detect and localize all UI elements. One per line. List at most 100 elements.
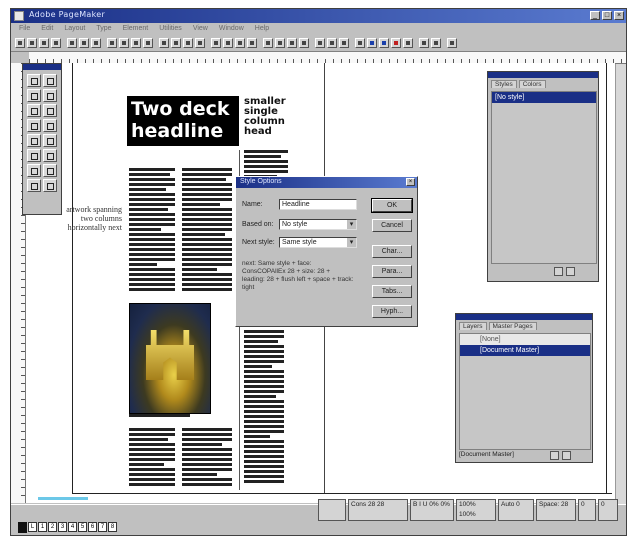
polygon-frame-tool-icon[interactable] [43, 149, 57, 162]
rectangle-tool-icon[interactable] [27, 119, 41, 132]
page-scroll-left-icon[interactable] [18, 522, 27, 533]
menu-file[interactable]: File [19, 23, 30, 35]
hyperlinks-icon[interactable] [419, 38, 429, 48]
page-icon[interactable]: 2 [48, 522, 57, 532]
italic-icon[interactable] [131, 38, 141, 48]
page-icon[interactable]: 3 [58, 522, 67, 532]
master-page-icon[interactable]: L [28, 522, 37, 532]
styles-palette-titlebar[interactable] [488, 72, 598, 78]
rotate-tool-icon[interactable] [27, 89, 41, 102]
story-editor-icon[interactable] [287, 38, 297, 48]
font-field[interactable]: Cons 28 28 [348, 499, 408, 521]
page-icon[interactable]: 5 [78, 522, 87, 532]
group-icon[interactable] [235, 38, 245, 48]
based-on-select[interactable]: No style [279, 219, 357, 230]
ellipse-frame-tool-icon[interactable] [43, 134, 57, 147]
fill-icon[interactable] [27, 179, 41, 192]
frame-icon[interactable] [211, 38, 221, 48]
master-palette-titlebar[interactable] [456, 314, 592, 320]
colors-palette-icon[interactable] [367, 38, 377, 48]
justify-icon[interactable] [195, 38, 205, 48]
menu-type[interactable]: Type [96, 23, 111, 35]
spell-icon[interactable] [263, 38, 273, 48]
para-button[interactable]: Para... [372, 265, 412, 278]
baseline-field[interactable]: 0 [598, 499, 618, 521]
save-icon[interactable] [39, 38, 49, 48]
open-icon[interactable] [27, 38, 37, 48]
toolbox-titlebar[interactable] [23, 64, 61, 70]
zoom-icon[interactable] [315, 38, 325, 48]
next-style-select[interactable]: Same style [279, 237, 357, 248]
close-button[interactable]: × [614, 11, 624, 20]
proxy-icon[interactable] [318, 499, 346, 521]
menu-help[interactable]: Help [255, 23, 269, 35]
menu-window[interactable]: Window [219, 23, 244, 35]
vertical-scrollbar[interactable] [615, 64, 626, 504]
layers-palette-icon[interactable] [379, 38, 389, 48]
text-column-3a[interactable] [129, 428, 175, 488]
page-icon[interactable]: 1 [38, 522, 47, 532]
align-center-icon[interactable] [171, 38, 181, 48]
close-icon[interactable]: × [406, 178, 415, 186]
lock-icon[interactable] [247, 38, 257, 48]
tabs-button[interactable]: Tabs... [372, 285, 412, 298]
stroke-icon[interactable] [43, 179, 57, 192]
spacing-field[interactable]: Space: 28 [536, 499, 576, 521]
help-icon[interactable] [447, 38, 457, 48]
align-left-icon[interactable] [159, 38, 169, 48]
dialog-titlebar[interactable]: Style Options × [236, 177, 417, 188]
place-icon[interactable] [299, 38, 309, 48]
text-column-2b[interactable] [244, 330, 284, 485]
page-pull-quote[interactable]: artwork spanning two columns horizontall… [62, 205, 122, 232]
cut-icon[interactable] [67, 38, 77, 48]
leading-field[interactable]: Auto 0 [498, 499, 534, 521]
text-tool-icon[interactable] [43, 74, 57, 87]
style-field[interactable]: B I U 0% 0% [410, 499, 454, 521]
text-column-1a[interactable] [129, 168, 175, 293]
page-icon[interactable]: 7 [98, 522, 107, 532]
line-tool-icon[interactable] [27, 104, 41, 117]
tab-colors[interactable]: Colors [518, 80, 546, 88]
bold-icon[interactable] [119, 38, 129, 48]
menu-view[interactable]: View [193, 23, 208, 35]
actual-size-icon[interactable] [339, 38, 349, 48]
placed-photo-image[interactable] [129, 303, 211, 414]
minimize-button[interactable]: _ [590, 11, 600, 20]
page-headline[interactable]: Two deck headline [127, 96, 239, 146]
paste-icon[interactable] [91, 38, 101, 48]
library-icon[interactable] [431, 38, 441, 48]
pointer-tool-icon[interactable] [27, 74, 41, 87]
page-icon[interactable]: 4 [68, 522, 77, 532]
fit-page-icon[interactable] [327, 38, 337, 48]
list-item[interactable]: [None] [460, 334, 590, 345]
scale-field[interactable]: 100% 100% [456, 499, 496, 521]
tab-master-pages[interactable]: Master Pages [488, 322, 537, 330]
text-column-3b[interactable] [182, 428, 232, 488]
new-style-icon[interactable] [554, 267, 563, 276]
styles-palette-icon[interactable] [355, 38, 365, 48]
print-icon[interactable] [51, 38, 61, 48]
rectangle-frame-tool-icon[interactable] [43, 119, 57, 132]
new-icon[interactable] [15, 38, 25, 48]
page-icon[interactable]: 6 [88, 522, 97, 532]
undo-icon[interactable] [107, 38, 117, 48]
cancel-button[interactable]: Cancel [372, 219, 412, 232]
trash-icon[interactable] [566, 267, 575, 276]
maximize-button[interactable]: □ [602, 11, 612, 20]
find-icon[interactable] [275, 38, 285, 48]
menu-layout[interactable]: Layout [64, 23, 85, 35]
copy-icon[interactable] [79, 38, 89, 48]
tab-styles[interactable]: Styles [491, 80, 517, 88]
hand-tool-icon[interactable] [27, 164, 41, 177]
style-name-input[interactable]: Headline [279, 199, 357, 210]
page-icon[interactable]: 8 [108, 522, 117, 532]
master-pages-icon[interactable] [391, 38, 401, 48]
text-wrap-icon[interactable] [223, 38, 233, 48]
menu-edit[interactable]: Edit [41, 23, 53, 35]
zoom-tool-icon[interactable] [43, 164, 57, 177]
tab-layers[interactable]: Layers [459, 322, 487, 330]
text-column-1b[interactable] [182, 168, 232, 293]
list-item[interactable]: [Document Master] [460, 345, 590, 356]
menu-element[interactable]: Element [123, 23, 149, 35]
align-right-icon[interactable] [183, 38, 193, 48]
